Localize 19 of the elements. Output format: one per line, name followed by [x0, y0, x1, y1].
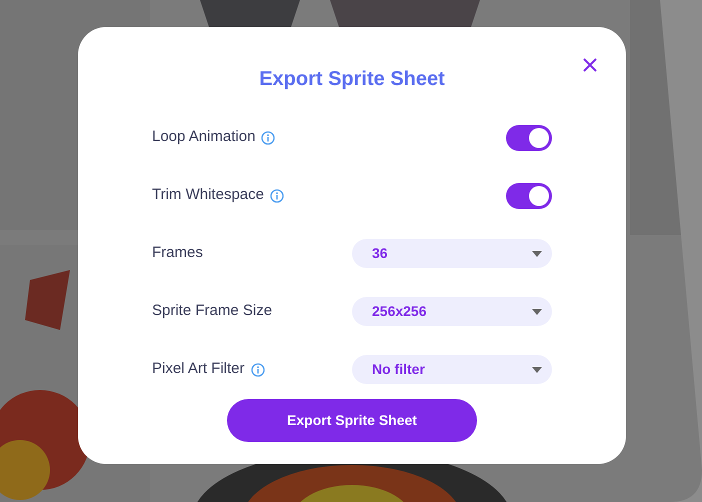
caret-icon: [532, 250, 542, 256]
info-icon[interactable]: [270, 188, 284, 202]
export-button[interactable]: Export Sprite Sheet: [227, 399, 477, 442]
info-icon[interactable]: [261, 130, 276, 144]
setting-label: Trim Whitespace: [152, 185, 264, 206]
dropdown-select[interactable]: No filter: [352, 355, 552, 384]
close-icon[interactable]: [582, 57, 598, 73]
toggle-switch[interactable]: [506, 124, 552, 150]
setting-label: Sprite Frame Size: [152, 301, 272, 322]
setting-label: Loop Animation: [152, 127, 256, 148]
dropdown-select[interactable]: 36: [352, 239, 552, 268]
dialog-title: Export Sprite Sheet: [258, 67, 446, 91]
info-icon[interactable]: [250, 362, 265, 376]
dropdown-select[interactable]: 256x256: [352, 297, 552, 326]
setting-label: Pixel Art Filter: [152, 359, 245, 380]
setting-label: Frames: [152, 243, 203, 264]
caret-icon: [532, 308, 542, 314]
toggle-switch[interactable]: [506, 182, 552, 208]
caret-icon: [532, 366, 542, 372]
